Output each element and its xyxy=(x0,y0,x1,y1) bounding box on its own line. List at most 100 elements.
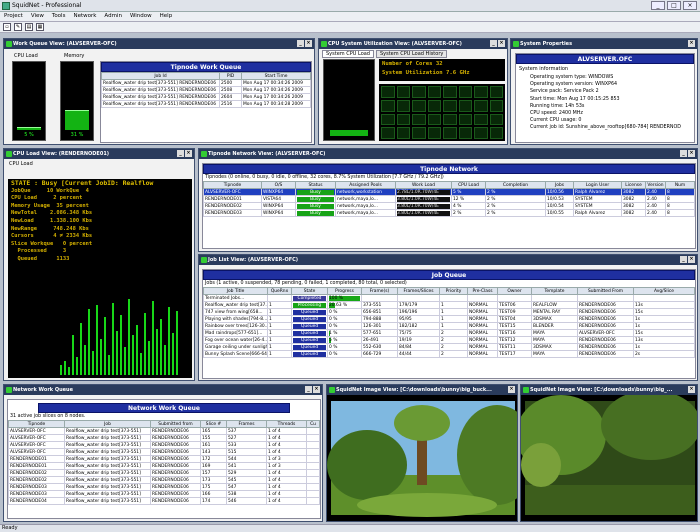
job-row[interactable]: Playing with shades[794-8... 1 Queued 0 % 79… xyxy=(203,315,695,323)
window-title-bar[interactable]: Network Work Queue _ × xyxy=(4,385,322,395)
window-close-button[interactable]: × xyxy=(313,386,320,393)
window-close-button[interactable]: × xyxy=(508,386,515,393)
column-header[interactable]: Job Title xyxy=(203,287,268,295)
window-close-button[interactable]: × xyxy=(688,150,695,157)
column-header[interactable]: Threads xyxy=(266,420,307,428)
column-header[interactable]: Tipnode xyxy=(203,181,262,189)
column-header[interactable]: Frames xyxy=(226,420,267,428)
job-row[interactable]: Mad raindrops[577-651]... 1 Queued 1 % 577-6… xyxy=(203,329,695,337)
column-header[interactable]: License xyxy=(621,181,646,189)
window-title-bar[interactable]: CPU System Utilization View: (ALVSERVER-… xyxy=(319,39,507,49)
job-row[interactable]: 747 view from wing[658... 1 Queued 0 % 656-8… xyxy=(203,308,695,316)
column-header[interactable]: Assigned Pools xyxy=(335,181,396,189)
tipnode-row[interactable]: ALVSERVER-OFC WINXP64 Busy network,workstat… xyxy=(203,188,695,196)
window-min-button[interactable]: _ xyxy=(680,150,687,157)
column-header[interactable]: Completion xyxy=(485,181,546,189)
tipnode-row[interactable]: RENDERNODE02 WINXP64 Busy network,maya,lo..… xyxy=(203,202,695,210)
column-header[interactable]: Template xyxy=(531,287,578,295)
window-title-bar[interactable]: Tipnode Network View: (ALVSERVER-OFC) _ × xyxy=(199,149,697,159)
column-header[interactable]: Tipnode xyxy=(8,420,65,428)
column-header[interactable]: Owner xyxy=(497,287,532,295)
column-header[interactable]: O/S xyxy=(261,181,296,189)
job-row[interactable]: Garage ceiling under sunligh... 1 Queued 0 … xyxy=(203,343,695,351)
job-row[interactable]: Rainbow over trees[126-30... 1 Queued 0 % 12… xyxy=(203,322,695,330)
system-info-section[interactable]: System information xyxy=(516,64,694,74)
column-header[interactable]: Status xyxy=(295,181,336,189)
menu-view[interactable]: View xyxy=(27,12,48,21)
queue-row[interactable]: RENDERNODE03 Realflow_water drip test[373… xyxy=(8,483,320,491)
column-header[interactable]: Submitted From xyxy=(577,287,634,295)
menu-network[interactable]: Network xyxy=(69,12,100,21)
column-header[interactable]: Work Load xyxy=(395,181,452,189)
window-min-button[interactable]: _ xyxy=(177,150,184,157)
table-row[interactable]: Realflow_water drip test[373-551] RENDER… xyxy=(101,93,311,101)
edit-icon[interactable]: ✎ xyxy=(14,23,22,31)
window-close-button[interactable]: × xyxy=(305,40,312,47)
queue-row[interactable]: ALVSERVER-OFC Realflow_water drip test[37… xyxy=(8,434,320,442)
job-row[interactable]: Realflow_water drip test[37... 1 Processin… xyxy=(203,301,695,309)
window-close-button[interactable]: × xyxy=(498,40,505,47)
window-close-button[interactable]: × xyxy=(688,40,695,47)
queue-row[interactable]: RENDERNODE01 Realflow_water drip test[373… xyxy=(8,455,320,463)
tipnode-row[interactable]: RENDERNODE01 VISTA64 Busy network,maya,lo..… xyxy=(203,195,695,203)
queue-row[interactable]: ALVSERVER-OFC Realflow_water drip test[37… xyxy=(8,427,320,435)
tab-system-cpu-load[interactable]: System CPU Load xyxy=(322,50,374,58)
grid-icon[interactable]: ▦ xyxy=(36,23,44,31)
list-icon[interactable]: ▤ xyxy=(25,23,33,31)
column-header[interactable]: Frames/Slices xyxy=(397,287,440,295)
window-min-button[interactable]: _ xyxy=(680,256,687,263)
column-header[interactable]: Start Time xyxy=(241,72,311,80)
tipnode-row[interactable]: RENDERNODE03 WINXP64 Busy network,maya,lo..… xyxy=(203,209,695,217)
queue-row[interactable]: RENDERNODE01 Realflow_water drip test[373… xyxy=(8,462,320,470)
window-close-button[interactable]: × xyxy=(688,256,695,263)
menu-project[interactable]: Project xyxy=(0,12,27,21)
column-header[interactable]: State xyxy=(291,287,328,295)
column-header[interactable]: PID xyxy=(219,72,242,80)
queue-row[interactable]: RENDERNODE04 Realflow_water drip test[373… xyxy=(8,497,320,505)
menu-window[interactable]: Window xyxy=(126,12,156,21)
column-header[interactable]: Num xyxy=(665,181,695,189)
queue-row[interactable]: RENDERNODE02 Realflow_water drip test[373… xyxy=(8,476,320,484)
window-title-bar[interactable]: Job List View: (ALVSERVER-OFC) _ × xyxy=(199,255,697,265)
window-min-button[interactable]: _ xyxy=(305,386,312,393)
column-header[interactable]: Cu xyxy=(306,420,320,428)
table-row[interactable]: Realflow_water drip test[373-551] RENDER… xyxy=(101,79,311,87)
window-title-bar[interactable]: SquidNet Image View: [C:\downloads\bunny… xyxy=(327,385,517,395)
column-header[interactable]: Login User xyxy=(573,181,622,189)
minimize-button[interactable]: _ xyxy=(651,1,665,10)
queue-row[interactable]: ALVSERVER-OFC Realflow_water drip test[37… xyxy=(8,441,320,449)
menu-tools[interactable]: Tools xyxy=(48,12,70,21)
column-header[interactable]: Job Id xyxy=(101,72,220,80)
column-header[interactable]: Priority xyxy=(439,287,468,295)
job-row[interactable]: Terminated Jobs... Completed 100 % xyxy=(203,294,695,302)
column-header[interactable]: Progress xyxy=(327,287,362,295)
column-header[interactable]: CPU Load xyxy=(451,181,486,189)
window-title-bar[interactable]: Work Queue View: (ALVSERVER-OFC) _ × xyxy=(4,39,314,49)
column-header[interactable]: Job xyxy=(64,420,151,428)
queue-row[interactable]: RENDERNODE03 Realflow_water drip test[373… xyxy=(8,490,320,498)
window-title-bar[interactable]: SquidNet Image View: [C:\downloads\bunny… xyxy=(521,385,697,395)
new-project-icon[interactable]: ▫ xyxy=(3,23,11,31)
tab-system-cpu-load-history[interactable]: System CPU Load History xyxy=(375,50,448,58)
table-row[interactable]: Realflow_water drip test[373-551] RENDER… xyxy=(101,86,311,94)
maximize-button[interactable]: □ xyxy=(667,1,681,10)
table-row[interactable]: Realflow_water drip test[373-551] RENDER… xyxy=(101,100,311,108)
column-header[interactable]: Version xyxy=(645,181,666,189)
queue-row[interactable]: ALVSERVER-OFC Realflow_water drip test[37… xyxy=(8,448,320,456)
column-header[interactable]: Frame(s) xyxy=(361,287,398,295)
column-header[interactable]: Submitted from xyxy=(150,420,201,428)
window-close-button[interactable]: × xyxy=(185,150,192,157)
window-title-bar[interactable]: System Properties × xyxy=(511,39,697,49)
column-header[interactable]: Slice # xyxy=(200,420,227,428)
column-header[interactable]: Pre-Class xyxy=(467,287,498,295)
column-header[interactable]: Jobs xyxy=(545,181,574,189)
window-min-button[interactable]: _ xyxy=(490,40,497,47)
app-title-bar[interactable]: SquidNet - Professional _ □ × xyxy=(0,0,700,12)
window-close-button[interactable]: × xyxy=(688,386,695,393)
job-row[interactable]: Bunny Splash Scene[666-64... 1 Queued 0 % 66… xyxy=(203,350,695,358)
menu-admin[interactable]: Admin xyxy=(100,12,126,21)
column-header[interactable]: Avg/Slice xyxy=(633,287,695,295)
menu-help[interactable]: Help xyxy=(156,12,177,21)
queue-row[interactable]: RENDERNODE02 Realflow_water drip test[373… xyxy=(8,469,320,477)
column-header[interactable]: QueRnx xyxy=(267,287,292,295)
